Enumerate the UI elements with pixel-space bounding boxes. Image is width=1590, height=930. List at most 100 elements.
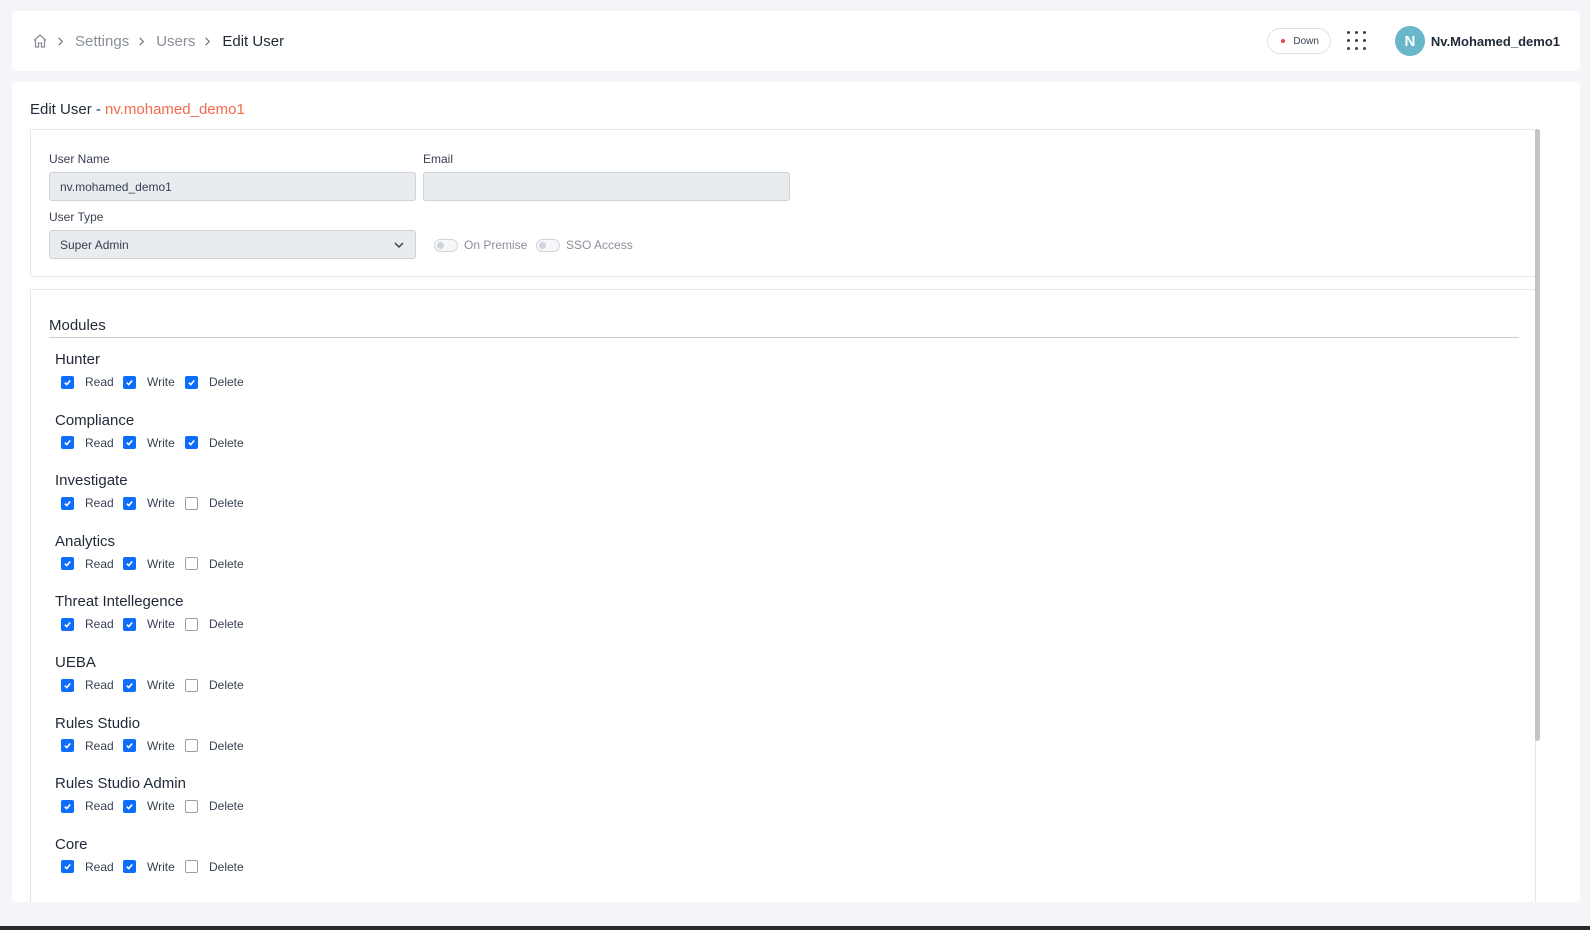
modules-card: Modules Hunter Read Write Delete Compliance R… [30,289,1536,902]
modules-title: Modules [49,317,106,334]
write-checkbox[interactable] [123,436,136,450]
breadcrumb-users[interactable]: Users [156,33,195,50]
permission-row: Read Write Delete [55,556,246,572]
status-label: Down [1293,35,1319,47]
read-checkbox[interactable] [61,617,74,631]
top-bar: Settings Users Edit User Down N Nv.Moham… [12,11,1580,71]
sso-access-label: SSO Access [566,238,633,252]
write-label: Write [147,375,175,389]
window-bottom-edge [0,926,1590,930]
breadcrumb-edit-user: Edit User [222,32,285,50]
read-checkbox[interactable] [61,496,74,510]
delete-checkbox[interactable] [185,436,198,450]
write-checkbox[interactable] [123,375,136,389]
write-label: Write [147,678,175,692]
delete-checkbox[interactable] [185,799,198,813]
read-checkbox[interactable] [61,557,74,571]
write-checkbox[interactable] [123,860,136,874]
module-item: Compliance Read Write Delete [55,411,246,451]
delete-checkbox[interactable] [185,739,198,753]
write-label: Write [147,556,175,571]
read-checkbox[interactable] [61,375,74,389]
delete-label: Delete [209,435,244,450]
avatar[interactable]: N [1394,26,1425,56]
delete-label: Delete [209,556,244,571]
apps-grid-icon[interactable] [1346,31,1367,51]
module-name: UEBA [55,654,96,671]
write-label: Write [147,617,175,632]
permission-row: Read Write Delete [55,677,246,693]
delete-checkbox[interactable] [185,375,198,389]
read-label: Read [85,556,114,571]
module-name: Hunter [55,351,101,368]
home-icon[interactable] [32,33,48,49]
read-checkbox[interactable] [61,436,74,450]
delete-label: Delete [209,738,244,753]
delete-checkbox[interactable] [185,617,198,631]
permission-row: Read Write Delete [55,435,246,451]
permission-row: Read Write Delete [55,495,246,511]
write-checkbox[interactable] [123,496,136,510]
write-checkbox[interactable] [123,678,136,692]
write-label: Write [147,738,175,753]
delete-label: Delete [209,678,244,692]
breadcrumb: Settings Users Edit User [32,11,284,71]
delete-label: Delete [209,617,244,632]
page-title: Edit User - nv.mohamed_demo1 [30,101,245,118]
user-details-card: User Name nv.mohamed_demo1 Email User Ty… [30,129,1536,277]
sso-access-switch[interactable] [536,238,560,252]
module-item: Rules Studio Read Write Delete [55,714,246,754]
user-type-select[interactable]: Super Admin [49,230,416,259]
delete-checkbox[interactable] [185,496,198,510]
read-checkbox[interactable] [61,678,74,692]
module-item: Hunter Read Write Delete [55,350,246,390]
permission-row: Read Write Delete [55,798,246,814]
permission-row: Read Write Delete [55,616,246,632]
module-name: Compliance [55,411,135,429]
write-checkbox[interactable] [123,557,136,571]
module-name: Rules Studio [55,714,141,732]
on-premise-toggle[interactable]: On Premise [434,238,527,252]
status-dot [1281,39,1286,43]
email-label: Email [423,152,454,166]
permission-row: Read Write Delete [55,374,246,390]
read-label: Read [85,859,114,874]
module-name: Analytics [55,532,116,550]
read-label: Read [85,375,114,389]
module-item: Analytics Read Write Delete [55,532,246,572]
user-menu-name[interactable]: Nv.Mohamed_demo1 [1431,34,1560,49]
delete-checkbox[interactable] [185,678,198,692]
on-premise-label: On Premise [464,238,528,252]
scrollbar[interactable] [1535,129,1540,741]
read-checkbox[interactable] [61,799,74,813]
delete-label: Delete [209,496,244,511]
read-label: Read [85,496,114,511]
user-type-label: User Type [49,210,104,224]
module-name: Investigate [55,472,128,490]
write-checkbox[interactable] [123,617,136,631]
read-checkbox[interactable] [61,739,74,753]
read-label: Read [85,617,114,632]
on-premise-switch[interactable] [434,238,458,252]
sso-access-toggle[interactable]: SSO Access [536,238,633,252]
divider [49,337,1519,338]
read-checkbox[interactable] [61,860,74,874]
delete-checkbox[interactable] [185,860,198,874]
username-field[interactable]: nv.mohamed_demo1 [49,172,416,201]
status-badge[interactable]: Down [1267,28,1331,54]
write-checkbox[interactable] [123,799,136,813]
delete-checkbox[interactable] [185,557,198,571]
read-label: Read [85,738,114,753]
write-checkbox[interactable] [123,739,136,753]
module-item: Threat Intellegence Read Write Delete [55,592,246,632]
page-title-user: nv.mohamed_demo1 [105,101,245,118]
chevron-right-icon [203,36,212,46]
email-field[interactable] [423,172,790,201]
module-name: Core [55,835,88,853]
read-label: Read [85,799,114,814]
chevron-right-icon [56,36,65,46]
chevron-down-icon [393,239,405,251]
breadcrumb-settings[interactable]: Settings [75,33,129,50]
permission-row: Read Write Delete [55,738,246,754]
main-panel: Edit User - nv.mohamed_demo1 User Name n… [12,82,1580,902]
